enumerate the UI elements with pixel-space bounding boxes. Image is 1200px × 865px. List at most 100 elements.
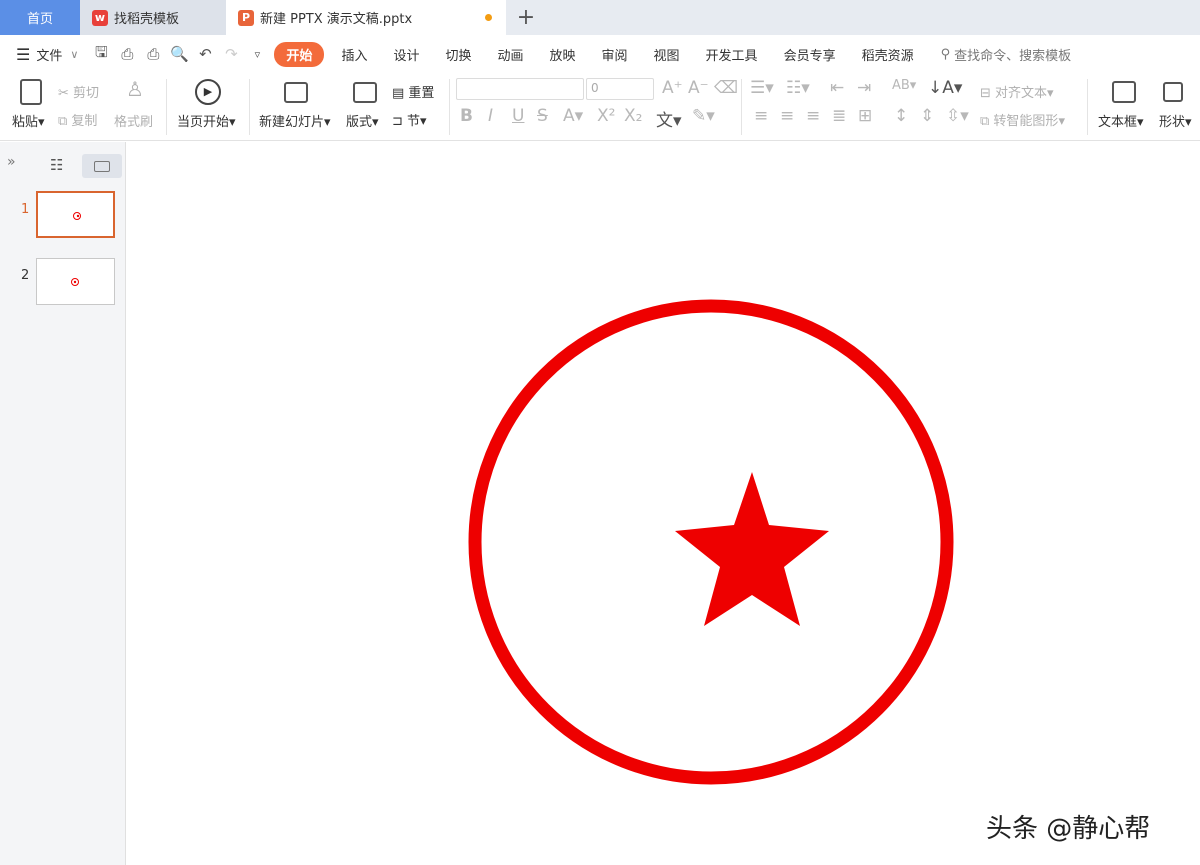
- menu-tab-docer[interactable]: 稻壳资源: [849, 45, 927, 64]
- menu-tab-design[interactable]: 设计: [380, 45, 432, 64]
- slide-number-1: 1: [21, 202, 30, 217]
- column-spacing-icon[interactable]: ⇳▾: [946, 106, 969, 126]
- bold-icon[interactable]: B: [460, 106, 473, 126]
- increase-font-icon[interactable]: A⁺: [662, 78, 683, 98]
- format-painter-icon: ♙: [126, 77, 144, 101]
- cut-button[interactable]: ✂ 剪切: [58, 82, 99, 101]
- collapse-panel-icon[interactable]: »: [7, 154, 16, 170]
- menu-tab-review[interactable]: 审阅: [589, 45, 641, 64]
- quick-access-more-icon[interactable]: ▿: [244, 48, 270, 61]
- red-star-shape[interactable]: [675, 472, 829, 626]
- align-text-button[interactable]: ⊟ 对齐文本▾: [980, 82, 1054, 101]
- menu-tab-animations[interactable]: 动画: [484, 45, 536, 64]
- slide-content: [468, 299, 954, 785]
- paste-button[interactable]: 粘贴▾: [12, 111, 45, 130]
- font-family-select[interactable]: [456, 78, 584, 100]
- ppt-file-icon: P: [238, 9, 254, 26]
- thumbnail-view-icon: [94, 160, 110, 172]
- ribbon-divider: [741, 79, 742, 135]
- increase-indent-icon[interactable]: ⇥: [857, 78, 871, 98]
- slide-thumbnail-2[interactable]: [36, 258, 115, 305]
- sort-icon[interactable]: ↓A▾: [928, 78, 962, 98]
- print-icon[interactable]: ⎙: [140, 45, 166, 63]
- italic-icon[interactable]: I: [488, 106, 493, 126]
- slide-thumbnail-1[interactable]: [36, 191, 115, 238]
- play-from-current-button[interactable]: 当页开始▾: [177, 111, 236, 130]
- format-painter-button[interactable]: 格式刷: [114, 111, 153, 130]
- command-search[interactable]: ⚲ 查找命令、搜索模板: [941, 45, 1072, 64]
- ribbon-divider: [249, 79, 250, 135]
- new-tab-button[interactable]: +: [506, 0, 546, 35]
- decrease-indent-icon[interactable]: ⇤: [830, 78, 844, 98]
- align-center-icon[interactable]: ≡: [780, 106, 794, 126]
- menu-tab-view[interactable]: 视图: [641, 45, 693, 64]
- print-preview-icon[interactable]: 🔍: [166, 45, 192, 63]
- thumbnail-view-button[interactable]: [82, 154, 122, 178]
- watermark-text: 头条 @静心帮: [986, 814, 1151, 844]
- subscript-icon[interactable]: X₂: [624, 106, 642, 126]
- pinyin-guide-icon[interactable]: 文▾: [656, 106, 682, 131]
- tab-template-store[interactable]: w 找稻壳模板: [80, 0, 226, 35]
- layout-button[interactable]: 版式▾: [346, 111, 379, 130]
- play-icon: ▶: [195, 79, 221, 105]
- text-box-button[interactable]: 文本框▾: [1098, 111, 1144, 130]
- justify-icon[interactable]: ≣: [832, 106, 846, 126]
- convert-smartart-button[interactable]: ⧉ 转智能图形▾: [980, 110, 1065, 129]
- slide-canvas[interactable]: [127, 142, 1200, 865]
- slide-panel: » ☷ 1 2: [0, 142, 126, 865]
- align-left-icon[interactable]: ≡: [754, 106, 768, 126]
- paragraph-spacing-icon[interactable]: ⇕: [920, 106, 934, 126]
- hamburger-icon: ☰: [16, 44, 31, 64]
- ribbon-toolbar: 粘贴▾ ✂ 剪切 ⧉ 复制 ♙ 格式刷 ▶ 当页开始▾ 新建幻灯片▾ 版式▾ ▤…: [0, 73, 1200, 141]
- ribbon-divider: [449, 79, 450, 135]
- export-pdf-icon[interactable]: ⎙: [114, 45, 140, 63]
- line-spacing-icon[interactable]: ↕: [894, 106, 908, 126]
- numbering-icon[interactable]: ☷▾: [786, 78, 810, 98]
- save-icon[interactable]: 🖫: [88, 42, 114, 67]
- redo-icon[interactable]: ↷: [218, 45, 244, 63]
- menu-tab-transitions[interactable]: 切换: [432, 45, 484, 64]
- text-box-icon: [1112, 81, 1136, 103]
- strikethrough-icon[interactable]: S: [537, 106, 548, 126]
- ribbon-divider: [1087, 79, 1088, 135]
- section-button[interactable]: ⊐ 节▾: [392, 110, 427, 129]
- chevron-down-icon: ∨: [70, 47, 79, 61]
- text-direction-icon[interactable]: AB▾: [892, 78, 916, 93]
- slide-1-preview: [73, 212, 81, 220]
- file-menu-button[interactable]: ☰ 文件 ∨: [0, 45, 88, 64]
- file-menu-label: 文件: [36, 48, 63, 64]
- align-right-icon[interactable]: ≡: [806, 106, 820, 126]
- search-icon: ⚲: [940, 46, 951, 62]
- tab-template-label: 找稻壳模板: [114, 12, 180, 27]
- highlight-icon[interactable]: ✎▾: [692, 106, 715, 126]
- docer-logo-icon: w: [92, 9, 108, 26]
- reset-button[interactable]: ▤ 重置: [392, 82, 434, 101]
- outline-view-icon[interactable]: ☷: [50, 156, 70, 174]
- layout-icon: [353, 82, 377, 103]
- shape-button[interactable]: 形状▾: [1159, 111, 1192, 130]
- menu-tab-member[interactable]: 会员专享: [771, 45, 849, 64]
- menu-tab-slideshow[interactable]: 放映: [537, 45, 589, 64]
- slide-number-2: 2: [21, 268, 30, 283]
- tab-document[interactable]: P 新建 PPTX 演示文稿.pptx: [226, 0, 506, 35]
- distribute-icon[interactable]: ⊞: [858, 106, 872, 126]
- menu-tab-home[interactable]: 开始: [274, 41, 325, 67]
- underline-icon[interactable]: U: [512, 106, 524, 126]
- bullets-icon[interactable]: ☰▾: [750, 78, 774, 98]
- font-color-icon[interactable]: A▾: [563, 106, 583, 126]
- slide-2-preview: [71, 278, 79, 286]
- font-size-select[interactable]: 0: [586, 78, 654, 100]
- decrease-font-icon[interactable]: A⁻: [688, 78, 709, 98]
- paste-icon: [20, 79, 42, 105]
- tab-home[interactable]: 首页: [0, 0, 80, 35]
- unsaved-dot-icon: [485, 14, 492, 21]
- menu-tab-developer[interactable]: 开发工具: [693, 45, 771, 64]
- undo-icon[interactable]: ↶: [192, 45, 218, 63]
- command-search-placeholder: 查找命令、搜索模板: [954, 48, 1072, 64]
- new-slide-button[interactable]: 新建幻灯片▾: [259, 111, 331, 130]
- copy-button[interactable]: ⧉ 复制: [58, 110, 97, 129]
- new-slide-icon: [284, 82, 308, 103]
- clear-format-icon[interactable]: ⌫: [714, 78, 738, 98]
- superscript-icon[interactable]: X²: [597, 106, 615, 126]
- menu-tab-insert[interactable]: 插入: [328, 45, 380, 64]
